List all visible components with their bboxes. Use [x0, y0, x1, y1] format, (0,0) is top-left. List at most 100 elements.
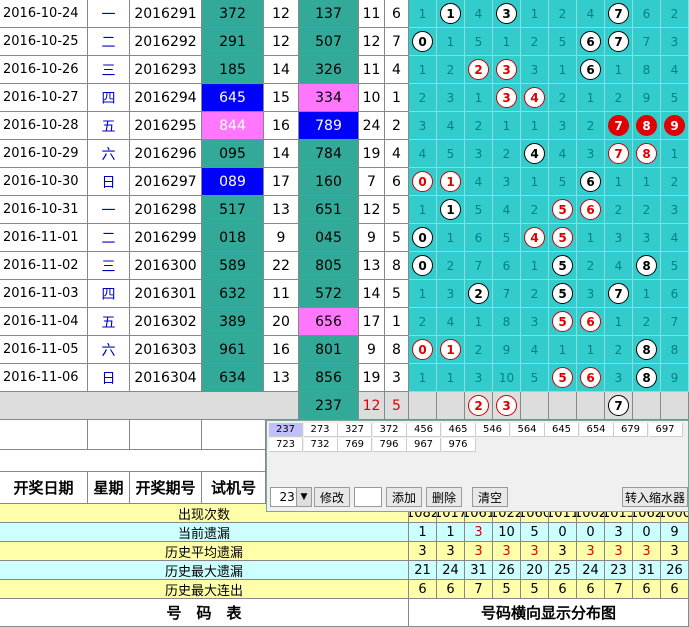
- omission-value: 10: [498, 370, 515, 385]
- open-number: 805: [299, 252, 359, 280]
- candidate-number[interactable]: 273: [303, 423, 338, 437]
- pending-dist-cell: 7: [605, 392, 633, 420]
- omission-value: 5: [474, 34, 483, 49]
- modify-button[interactable]: 修改: [314, 487, 350, 507]
- trial-number: 095: [202, 140, 264, 168]
- number-ball: 8: [636, 367, 657, 388]
- stat-value: 6: [437, 580, 465, 599]
- draw-date: 2016-10-24: [0, 0, 88, 28]
- candidate-number[interactable]: 967: [407, 438, 441, 452]
- weekday: 二: [88, 224, 130, 252]
- pending-span: 12: [359, 392, 385, 420]
- delete-button[interactable]: 删除: [426, 487, 462, 507]
- dist-cell: 1: [437, 0, 465, 28]
- candidate-number[interactable]: 732: [303, 438, 338, 452]
- number-ball: 1: [440, 3, 461, 24]
- add-button[interactable]: 添加: [386, 487, 422, 507]
- omission-value: 1: [418, 62, 427, 77]
- candidate-number[interactable]: 796: [372, 438, 407, 452]
- candidate-number[interactable]: 456: [407, 423, 441, 437]
- candidate-number[interactable]: 769: [338, 438, 372, 452]
- pending-dist-cell: [549, 392, 577, 420]
- dist-cell: 4: [549, 140, 577, 168]
- tail-value: 1: [385, 84, 409, 112]
- tail-value: 1: [385, 308, 409, 336]
- candidate-number[interactable]: 645: [545, 423, 579, 437]
- stat-value: 3: [493, 542, 521, 561]
- dist-cell: 9: [493, 336, 521, 364]
- dist-cell: 4: [409, 140, 437, 168]
- number-ball: 3: [496, 3, 517, 24]
- number-ball: 3: [496, 59, 517, 80]
- dist-cell: 10: [493, 364, 521, 392]
- candidate-number[interactable]: 697: [648, 423, 683, 437]
- dist-cell: 1: [521, 112, 549, 140]
- omission-value: 3: [474, 146, 483, 161]
- dist-cell: 1: [437, 28, 465, 56]
- clear-button[interactable]: 清空: [472, 487, 508, 507]
- dist-cell: 2: [633, 308, 661, 336]
- candidate-number[interactable]: 654: [579, 423, 614, 437]
- number-ball: 7: [608, 395, 629, 416]
- dist-cell: 1: [605, 168, 633, 196]
- pending-dist-cell: [661, 392, 689, 420]
- issue-number: 2016301: [130, 280, 202, 308]
- empty-cell: [0, 392, 299, 420]
- dist-cell: 2: [577, 112, 605, 140]
- dropdown-arrow-icon[interactable]: ▼: [296, 487, 312, 507]
- omission-value: 2: [502, 146, 511, 161]
- weekday: 六: [88, 140, 130, 168]
- number-ball: 2: [468, 283, 489, 304]
- candidate-number[interactable]: 465: [441, 423, 476, 437]
- omission-value: 1: [614, 174, 623, 189]
- omission-value: 1: [446, 230, 455, 245]
- sum-value: 12: [264, 0, 299, 28]
- open-number: 856: [299, 364, 359, 392]
- open-number: 651: [299, 196, 359, 224]
- omission-value: 2: [530, 286, 539, 301]
- candidate-number[interactable]: 546: [476, 423, 510, 437]
- trial-number: 089: [202, 168, 264, 196]
- candidate-number[interactable]: 976: [441, 438, 476, 452]
- omission-value: 2: [530, 202, 539, 217]
- open-number: 137: [299, 0, 359, 28]
- omission-value: 1: [418, 202, 427, 217]
- candidate-number[interactable]: 723: [269, 438, 303, 452]
- candidate-number[interactable]: 372: [372, 423, 407, 437]
- omission-value: 2: [446, 62, 455, 77]
- candidate-number[interactable]: 564: [510, 423, 545, 437]
- tail-value: 5: [385, 280, 409, 308]
- omission-value: 3: [502, 174, 511, 189]
- omission-value: 4: [586, 6, 595, 21]
- candidate-number[interactable]: 327: [338, 423, 372, 437]
- dist-cell: 6: [577, 364, 605, 392]
- dist-cell: 5: [661, 84, 689, 112]
- number-input[interactable]: [354, 487, 382, 507]
- candidate-number[interactable]: 679: [614, 423, 648, 437]
- omission-value: 2: [614, 202, 623, 217]
- weekday: 三: [88, 56, 130, 84]
- dist-cell: 1: [577, 84, 605, 112]
- number-ball: 6: [580, 199, 601, 220]
- omission-value: 3: [586, 146, 595, 161]
- number-ball: 2: [468, 395, 489, 416]
- omission-value: 2: [642, 202, 651, 217]
- shrink-button[interactable]: 转入缩水器: [622, 487, 688, 507]
- dist-cell: 1: [465, 308, 493, 336]
- dist-cell: 3: [605, 364, 633, 392]
- tail-value: 6: [385, 168, 409, 196]
- dist-cell: 2: [577, 252, 605, 280]
- tail-value: 8: [385, 336, 409, 364]
- draw-date: 2016-10-25: [0, 28, 88, 56]
- dist-cell: 1: [437, 168, 465, 196]
- pending-open-number: 237: [299, 392, 359, 420]
- dist-cell: 3: [577, 280, 605, 308]
- candidate-number[interactable]: 237: [269, 423, 303, 437]
- open-number: 045: [299, 224, 359, 252]
- dist-cell: 1: [605, 308, 633, 336]
- omission-value: 7: [474, 258, 483, 273]
- draw-date: 2016-11-04: [0, 308, 88, 336]
- dist-cell: 5: [549, 224, 577, 252]
- omission-value: 3: [586, 286, 595, 301]
- dist-cell: 4: [465, 0, 493, 28]
